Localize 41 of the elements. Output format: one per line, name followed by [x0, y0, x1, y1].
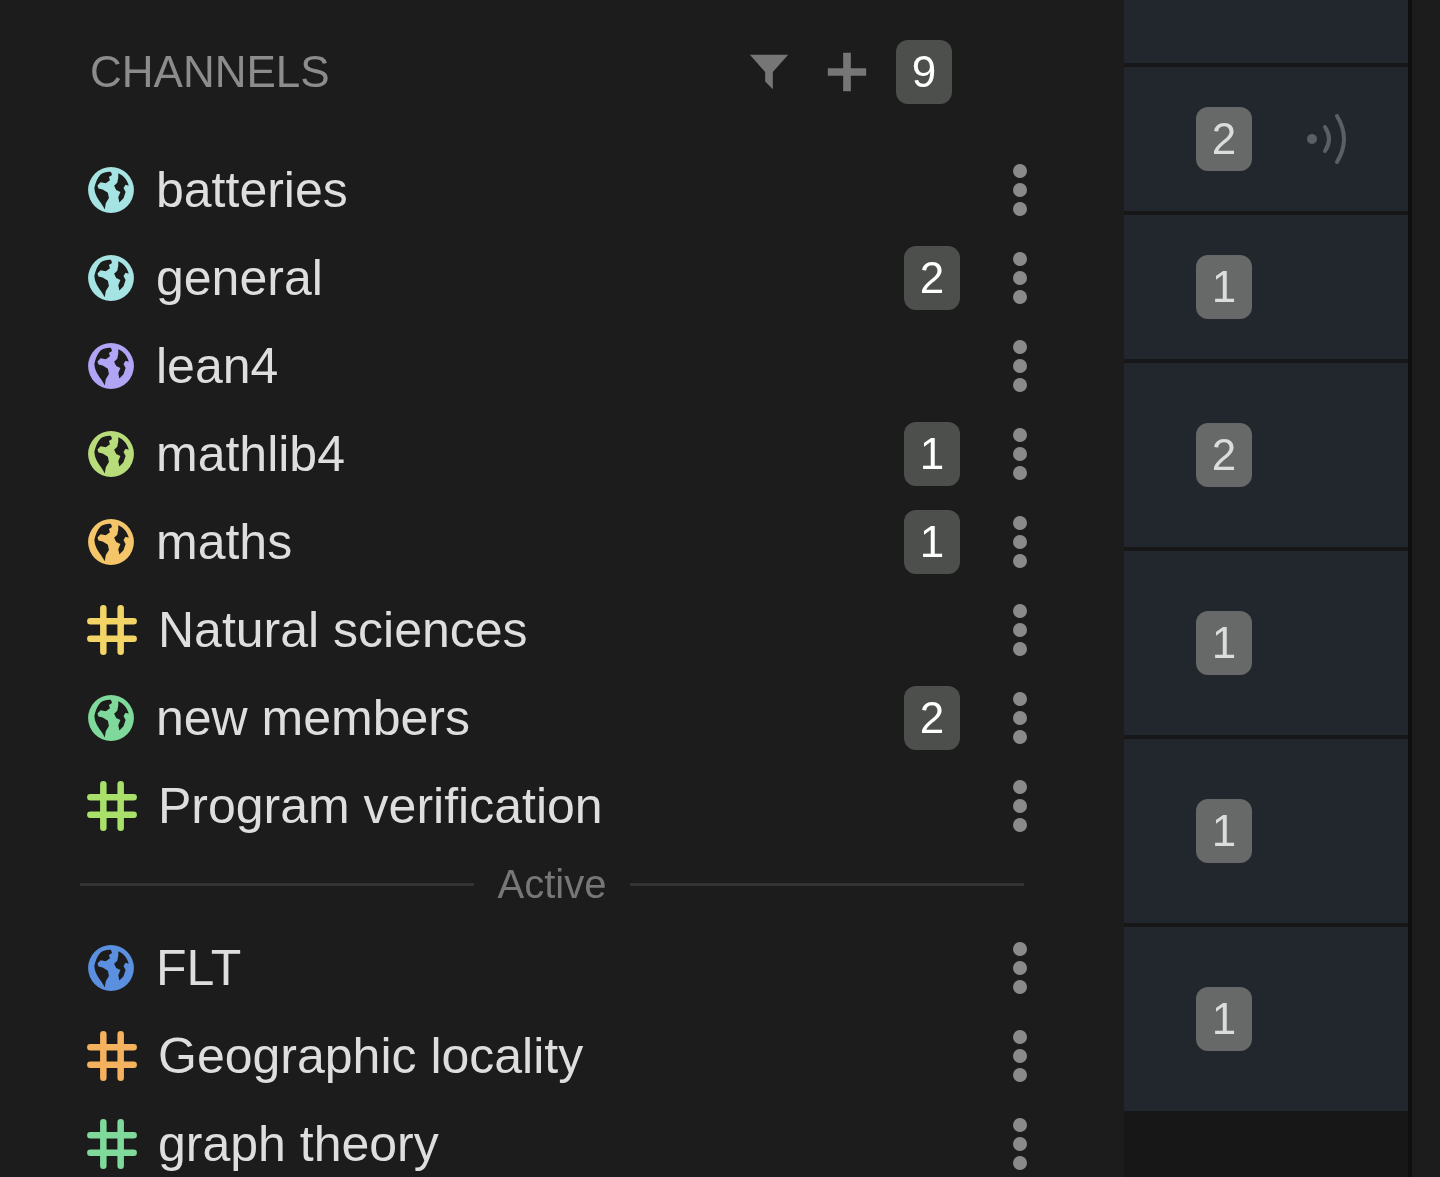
topic-row[interactable]: 2: [1124, 363, 1408, 547]
channel-name[interactable]: FLT: [156, 943, 242, 993]
more-options-icon[interactable]: [1012, 164, 1028, 216]
channel-name[interactable]: maths: [156, 517, 293, 567]
more-options-icon[interactable]: [1012, 252, 1028, 304]
more-options-icon[interactable]: [1012, 1030, 1028, 1082]
channel-name[interactable]: graph theory: [158, 1119, 439, 1169]
section-divider-label: Active: [496, 861, 608, 908]
topic-row[interactable]: 2: [1124, 67, 1408, 211]
channel-name[interactable]: mathlib4: [156, 429, 345, 479]
more-options-icon[interactable]: [1012, 780, 1028, 832]
channel-name[interactable]: batteries: [156, 165, 348, 215]
unread-count-badge: 1: [1196, 255, 1252, 319]
topic-row[interactable]: 1: [1124, 927, 1408, 1111]
channel-name[interactable]: new members: [156, 693, 470, 743]
more-options-icon[interactable]: [1012, 692, 1028, 744]
unread-count-badge: 1: [904, 422, 960, 486]
topic-row[interactable]: 1: [1124, 215, 1408, 359]
unread-count-badge: 2: [904, 686, 960, 750]
topic-row[interactable]: 1: [1124, 551, 1408, 735]
more-options-icon[interactable]: [1012, 604, 1028, 656]
more-options-icon[interactable]: [1012, 340, 1028, 392]
unread-count-badge: 1: [1196, 799, 1252, 863]
channel-name[interactable]: lean4: [156, 341, 279, 391]
topic-row[interactable]: 1: [1124, 739, 1408, 923]
unread-count-badge: 1: [1196, 987, 1252, 1051]
channel-name[interactable]: Natural sciences: [158, 605, 528, 655]
unread-count-badge: 2: [904, 246, 960, 310]
more-options-icon[interactable]: [1012, 942, 1028, 994]
more-options-icon[interactable]: [1012, 1118, 1028, 1170]
channel-name[interactable]: Program verification: [158, 781, 603, 831]
channel-count-badge: 9: [896, 40, 952, 104]
unread-count-badge: 2: [1196, 423, 1252, 487]
channel-name[interactable]: Geographic locality: [158, 1031, 584, 1081]
more-options-icon[interactable]: [1012, 516, 1028, 568]
channel-name[interactable]: general: [156, 253, 323, 303]
unread-count-badge: 1: [904, 510, 960, 574]
unread-count-badge: 2: [1196, 107, 1252, 171]
unread-count-badge: 1: [1196, 611, 1252, 675]
channels-heading: CHANNELS: [90, 50, 330, 94]
more-options-icon[interactable]: [1012, 428, 1028, 480]
